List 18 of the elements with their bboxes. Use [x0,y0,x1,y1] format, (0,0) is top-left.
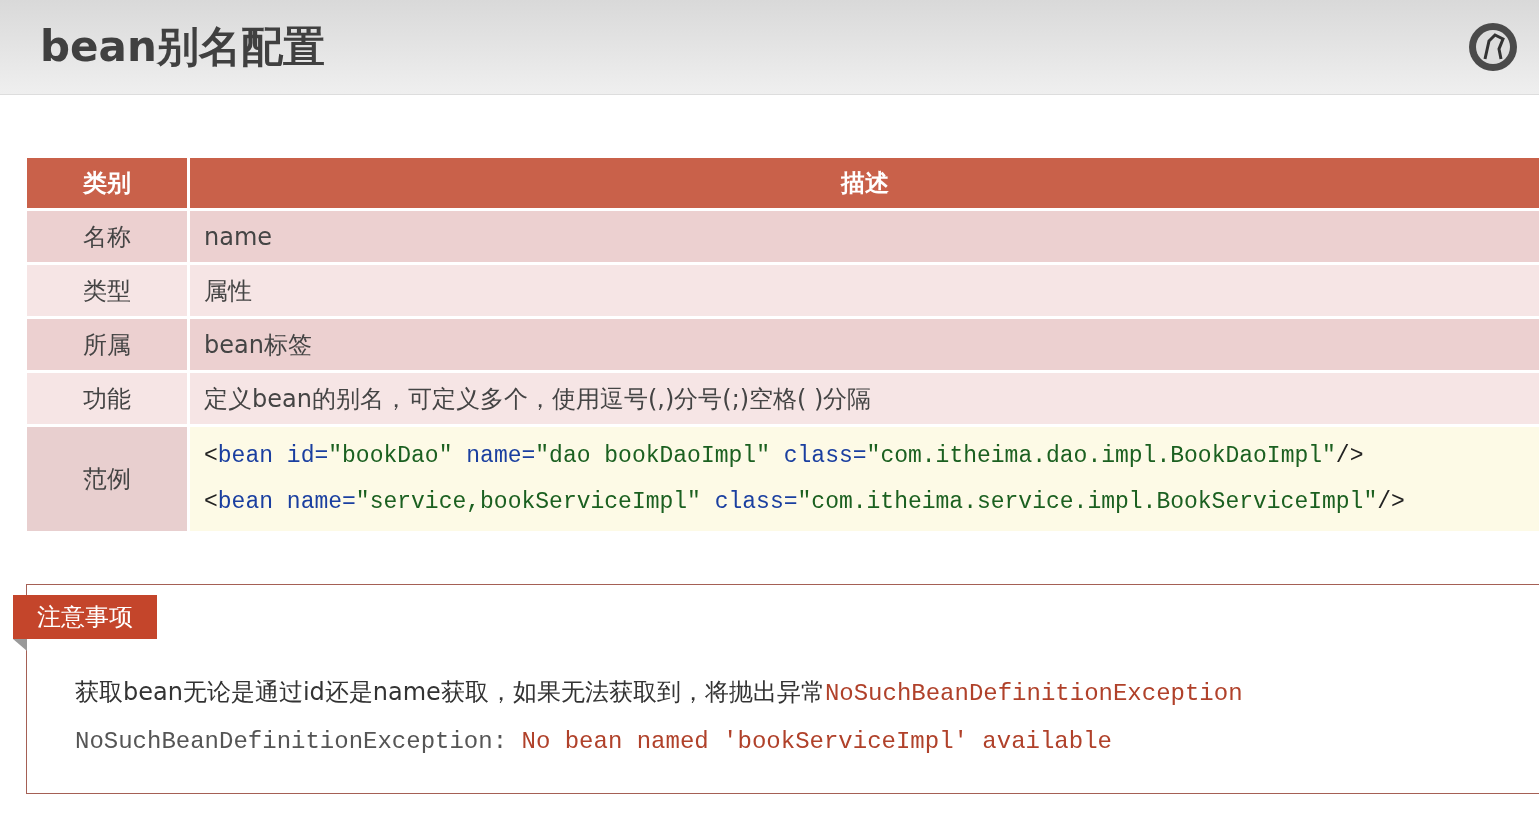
column-header: 类别 [27,158,190,208]
category-cell: 类型 [27,265,190,316]
description-cell: bean标签 [190,319,1539,370]
column-header: 描述 [190,158,1539,208]
category-cell: 名称 [27,211,190,262]
ribbon-fold-icon [13,639,27,651]
note-text: 获取bean无论是通过id还是name获取，如果无法获取到，将抛出异常 NoSuchBeanDefinitionException [75,677,1244,709]
category-cell: 所属 [27,319,190,370]
note-label: 注意事项 [13,595,157,639]
slide-title: bean别名配置 [40,21,325,73]
category-cell: 范例 [27,427,190,531]
category-cell: 功能 [27,373,190,424]
code-line: <bean name="service,bookServiceImpl" class="com.itheima.service.impl.BookServiceImpl"/> [204,488,1406,517]
note-text: NoSuchBeanDefinitionException: No bean named 'bookServiceImpl' available [75,727,1113,757]
description-cell: 定义bean的别名，可定义多个，使用逗号(,)分号(;)空格( )分隔 [190,373,1539,424]
description-cell: 属性 [190,265,1539,316]
description-cell: name [190,211,1539,262]
code-line: <bean id="bookDao" name="dao bookDaoImpl" class="com.itheima.dao.impl.BookDaoImpl"/> [204,442,1365,471]
